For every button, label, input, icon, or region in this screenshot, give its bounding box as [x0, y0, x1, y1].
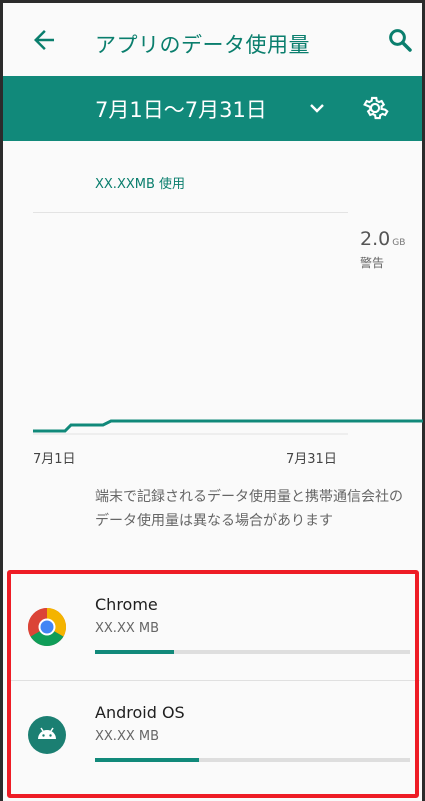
chevron-down-icon[interactable]: [305, 96, 329, 120]
app-usage-fill: [95, 758, 199, 762]
chrome-icon: [28, 608, 66, 646]
app-usage-fill: [95, 650, 174, 654]
warning-limit-label: 警告: [360, 256, 385, 270]
warning-limit-unit: GB: [392, 238, 406, 248]
usage-disclaimer: 端末で記録されるデータ使用量と携帯通信会社のデータ使用量は異なる場合があります: [95, 489, 403, 529]
app-name: Chrome: [95, 595, 158, 614]
page-title: アプリのデータ使用量: [95, 33, 310, 57]
arrow-back-icon[interactable]: [29, 25, 59, 55]
graph-top-line: [33, 212, 348, 213]
total-usage: XX.XXMB 使用: [95, 177, 186, 192]
app-data-size: XX.XX MB: [95, 621, 160, 636]
app-bar: アプリのデータ使用量: [3, 3, 422, 76]
billing-cycle-selector[interactable]: 7月1日〜7月31日: [3, 76, 422, 141]
usage-graph: [33, 419, 423, 435]
usage-line: [33, 419, 423, 433]
app-usage-bar: [95, 650, 410, 654]
app-data-size: XX.XX MB: [95, 729, 160, 744]
app-name: Android OS: [95, 703, 185, 722]
search-icon[interactable]: [385, 25, 415, 55]
phone-screen: アプリのデータ使用量 7月1日〜7月31日 XX.XXMB 使用 2.0 GB 警…: [0, 0, 425, 801]
app-row-android-os[interactable]: Android OS XX.XX MB: [11, 681, 416, 789]
app-usage-bar: [95, 758, 410, 762]
graph-x-start-label: 7月1日: [33, 452, 76, 467]
gear-icon[interactable]: [361, 94, 389, 122]
app-row-chrome[interactable]: Chrome XX.XX MB: [11, 573, 416, 681]
cycle-label: 7月1日〜7月31日: [95, 98, 267, 122]
warning-limit-value: 2.0 GB: [360, 228, 406, 250]
graph-x-end-label: 7月31日: [286, 452, 337, 467]
android-icon: [28, 716, 66, 754]
